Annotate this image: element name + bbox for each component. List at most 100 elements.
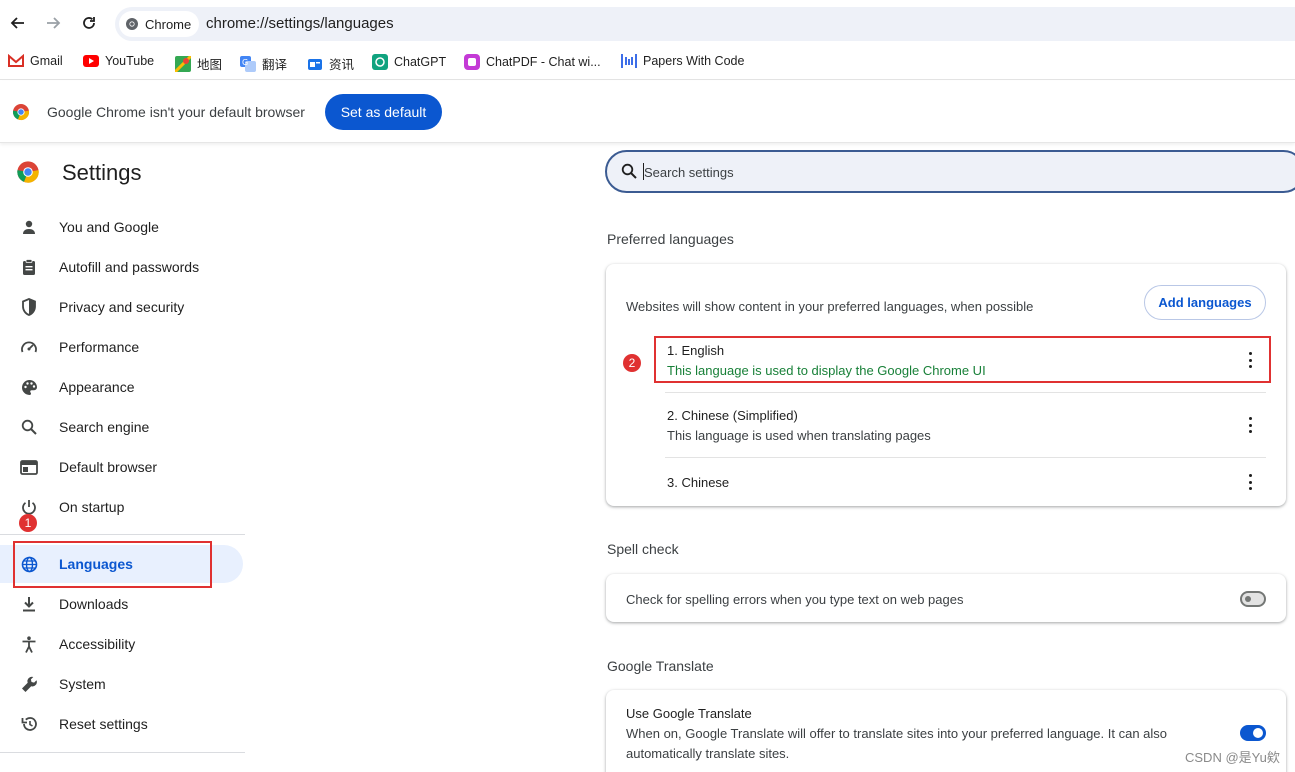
speedometer-icon bbox=[19, 338, 39, 356]
bookmark-chatgpt[interactable]: ChatGPT bbox=[372, 54, 446, 70]
sidebar-item-label: Performance bbox=[59, 339, 140, 355]
sidebar-divider bbox=[0, 752, 245, 753]
search-placeholder: Search settings bbox=[644, 165, 734, 180]
sidebar-item-label: Reset settings bbox=[59, 716, 148, 732]
sidebar-item-system[interactable]: System bbox=[0, 665, 243, 703]
chatpdf-icon bbox=[464, 54, 480, 70]
sidebar-item-label: Accessibility bbox=[59, 636, 136, 652]
bookmark-label: 资讯 bbox=[329, 58, 355, 72]
forward-arrow-icon bbox=[47, 17, 61, 29]
row-divider bbox=[665, 457, 1266, 458]
google-translate-label: Use Google Translate bbox=[626, 706, 752, 721]
sidebar-item-accessibility[interactable]: Accessibility bbox=[0, 625, 243, 663]
sidebar-item-label: Privacy and security bbox=[59, 299, 185, 315]
site-info-chip[interactable]: Chrome bbox=[119, 11, 200, 37]
browser-window-icon bbox=[19, 458, 39, 476]
spell-check-label: Check for spelling errors when you type … bbox=[626, 592, 964, 607]
chrome-logo-icon bbox=[17, 161, 39, 183]
bookmark-label: Papers With Code bbox=[643, 54, 745, 68]
annotation-badge: 1 bbox=[19, 514, 37, 532]
annotation-highlight-box bbox=[13, 541, 212, 588]
bookmark-chatpdf[interactable]: ChatPDF - Chat wi... bbox=[464, 54, 601, 70]
papers-with-code-icon bbox=[621, 54, 637, 68]
language-name: 2. Chinese (Simplified) bbox=[667, 408, 798, 423]
sidebar-item-label: Default browser bbox=[59, 459, 158, 475]
sidebar-item-search-engine[interactable]: Search engine bbox=[0, 408, 243, 446]
sidebar-item-performance[interactable]: Performance bbox=[0, 328, 243, 366]
bookmark-news[interactable]: 资讯 bbox=[307, 54, 354, 73]
sidebar-item-reset[interactable]: Reset settings bbox=[0, 705, 243, 743]
address-bar-row: Chrome chrome://settings/languages bbox=[0, 0, 1295, 46]
default-browser-infobar: Google Chrome isn't your default browser… bbox=[0, 81, 1295, 143]
bookmark-label: 地图 bbox=[197, 58, 223, 72]
google-translate-card: Use Google Translate When on, Google Tra… bbox=[606, 690, 1286, 772]
clipboard-icon bbox=[19, 258, 39, 276]
spell-check-toggle[interactable] bbox=[1240, 591, 1266, 607]
sidebar-item-autofill[interactable]: Autofill and passwords bbox=[0, 248, 243, 286]
search-icon bbox=[621, 163, 637, 179]
more-actions-icon[interactable] bbox=[1245, 474, 1255, 490]
sidebar-divider bbox=[0, 534, 245, 535]
google-translate-description: automatically translate sites. bbox=[626, 746, 790, 761]
forward-button[interactable] bbox=[42, 12, 64, 34]
bookmark-youtube[interactable]: YouTube bbox=[83, 54, 154, 68]
download-icon bbox=[19, 595, 39, 613]
sidebar-item-you-and-google[interactable]: You and Google bbox=[0, 208, 243, 246]
reset-icon bbox=[19, 715, 39, 733]
palette-icon bbox=[19, 378, 39, 396]
sidebar-item-label: On startup bbox=[59, 499, 125, 515]
sidebar-item-label: System bbox=[59, 676, 106, 692]
preferred-languages-heading: Preferred languages bbox=[607, 231, 734, 247]
sidebar-item-label: Search engine bbox=[59, 419, 150, 435]
spell-check-card: Check for spelling errors when you type … bbox=[606, 574, 1286, 622]
set-as-default-button[interactable]: Set as default bbox=[325, 94, 442, 130]
youtube-icon bbox=[83, 55, 99, 67]
watermark: CSDN @是Yu欸 bbox=[1185, 750, 1280, 765]
reload-icon bbox=[83, 17, 95, 29]
maps-icon bbox=[175, 55, 191, 72]
chrome-icon bbox=[126, 18, 138, 30]
svg-text:G: G bbox=[242, 58, 248, 67]
language-note: This language is used when translating p… bbox=[667, 428, 931, 443]
sidebar-item-downloads[interactable]: Downloads bbox=[0, 585, 243, 623]
infobar-message: Google Chrome isn't your default browser bbox=[47, 104, 305, 120]
bookmark-maps[interactable]: 地图 bbox=[175, 54, 222, 73]
more-actions-icon[interactable] bbox=[1245, 417, 1255, 433]
row-divider bbox=[665, 392, 1266, 393]
person-icon bbox=[19, 218, 39, 236]
sidebar-item-privacy[interactable]: Privacy and security bbox=[0, 288, 243, 326]
omnibox[interactable]: Chrome chrome://settings/languages bbox=[115, 7, 1295, 41]
sidebar-item-default-browser[interactable]: Default browser bbox=[0, 448, 243, 486]
shield-icon bbox=[19, 298, 39, 316]
chrome-logo-icon bbox=[12, 104, 30, 120]
google-translate-heading: Google Translate bbox=[607, 658, 714, 674]
news-icon bbox=[308, 58, 322, 70]
preferred-languages-card: Websites will show content in your prefe… bbox=[606, 264, 1286, 506]
preferred-languages-description: Websites will show content in your prefe… bbox=[626, 299, 1034, 314]
google-translate-toggle[interactable] bbox=[1240, 725, 1266, 741]
search-icon bbox=[19, 418, 39, 436]
translate-icon: G bbox=[240, 55, 256, 72]
accessibility-icon bbox=[19, 635, 39, 653]
url-text: chrome://settings/languages bbox=[206, 15, 394, 32]
back-button[interactable] bbox=[7, 12, 29, 34]
bookmark-label: YouTube bbox=[105, 54, 155, 68]
bookmark-label: ChatPDF - Chat wi... bbox=[486, 55, 601, 69]
bookmark-label: 翻译 bbox=[262, 58, 288, 72]
back-arrow-icon bbox=[10, 17, 24, 29]
spell-check-heading: Spell check bbox=[607, 541, 679, 557]
bookmark-translate[interactable]: G 翻译 bbox=[240, 54, 287, 73]
reload-button[interactable] bbox=[78, 12, 100, 34]
sidebar-item-label: Appearance bbox=[59, 379, 135, 395]
annotation-highlight-box bbox=[654, 336, 1271, 383]
chatgpt-icon bbox=[372, 54, 388, 70]
add-languages-button[interactable]: Add languages bbox=[1144, 285, 1266, 320]
wrench-icon bbox=[19, 675, 39, 693]
sidebar-item-label: You and Google bbox=[59, 219, 159, 235]
bookmark-label: Gmail bbox=[30, 54, 63, 68]
sidebar-item-appearance[interactable]: Appearance bbox=[0, 368, 243, 406]
settings-search-box[interactable]: Search settings bbox=[605, 150, 1295, 193]
bookmark-papers-with-code[interactable]: Papers With Code bbox=[621, 54, 744, 68]
bookmark-gmail[interactable]: Gmail bbox=[8, 54, 63, 68]
site-chip-label: Chrome bbox=[145, 16, 192, 32]
